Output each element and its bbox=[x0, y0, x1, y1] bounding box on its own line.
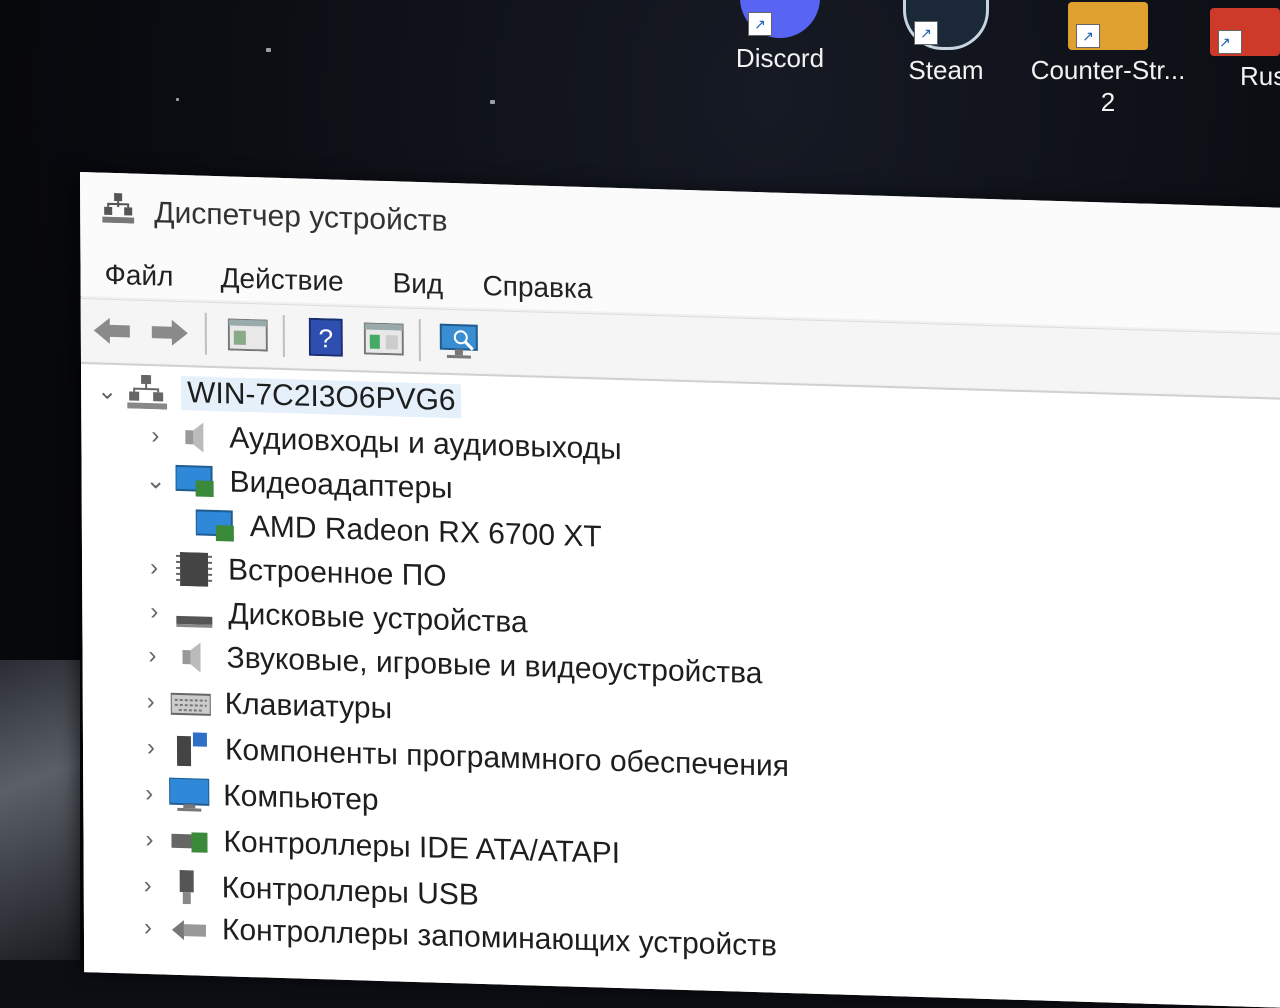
firmware-icon bbox=[174, 551, 216, 587]
counter-strike-icon: ↗ bbox=[1068, 2, 1148, 50]
desktop-icon-label: Counter-Str... 2 bbox=[1030, 55, 1186, 117]
software-component-icon bbox=[171, 732, 213, 767]
shortcut-arrow-icon: ↗ bbox=[748, 12, 772, 36]
tree-item-label: Контроллеры USB bbox=[221, 871, 479, 912]
tree-item-label: Видеоадаптеры bbox=[229, 465, 453, 506]
tree-item-label: Дисковые устройства bbox=[228, 597, 528, 640]
rust-icon: ↗ bbox=[1210, 8, 1280, 56]
keyboard-icon bbox=[169, 686, 213, 721]
expand-chevron-icon[interactable]: › bbox=[134, 914, 162, 943]
tree-item-label: AMD Radeon RX 6700 XT bbox=[249, 510, 602, 554]
desktop-icon-rust[interactable]: ↗ Rus bbox=[1190, 8, 1280, 92]
usb-icon bbox=[168, 869, 210, 905]
device-manager-window: Диспетчер устройств Файл Действие Вид Сп… bbox=[80, 172, 1280, 1008]
menu-help[interactable]: Справка bbox=[482, 270, 592, 305]
controller-icon bbox=[169, 824, 211, 859]
monitor-icon bbox=[168, 776, 211, 813]
show-hidden-button[interactable] bbox=[361, 317, 407, 360]
storage-controller-icon bbox=[168, 912, 210, 947]
svg-text:?: ? bbox=[319, 323, 334, 353]
tree-item-label: Контроллеры запоминающих устройств bbox=[221, 913, 777, 963]
desktop-icon-label: Discord bbox=[735, 43, 825, 73]
tree-item[interactable]: › Компьютер bbox=[135, 772, 379, 823]
wallpaper bbox=[0, 660, 80, 960]
desktop-icon-label: Steam bbox=[908, 55, 984, 85]
window-title: Диспетчер устройств bbox=[154, 196, 448, 238]
shortcut-arrow-icon: ↗ bbox=[914, 21, 938, 45]
shortcut-arrow-icon: ↗ bbox=[1076, 24, 1100, 48]
speaker-icon bbox=[172, 640, 214, 675]
desktop: ↗ Discord ↗ Steam ↗ Counter-Str... 2 ↗ R… bbox=[0, 0, 1280, 1008]
expand-chevron-icon[interactable]: › bbox=[137, 688, 165, 717]
scan-hardware-icon bbox=[439, 323, 478, 359]
tree-item-label: Клавиатуры bbox=[224, 687, 393, 726]
expand-chevron-icon[interactable]: › bbox=[135, 780, 163, 809]
expand-chevron-icon[interactable]: › bbox=[140, 554, 168, 583]
expand-chevron-icon[interactable]: › bbox=[137, 734, 165, 763]
help-button[interactable]: ? bbox=[303, 316, 349, 359]
shortcut-arrow-icon: ↗ bbox=[1218, 30, 1242, 54]
wallpaper-star bbox=[490, 100, 495, 104]
desktop-icon-counter-strike[interactable]: ↗ Counter-Str... 2 bbox=[1028, 2, 1188, 118]
back-arrow-icon bbox=[93, 317, 130, 344]
expand-chevron-icon[interactable]: › bbox=[135, 826, 163, 855]
display-adapter-icon bbox=[174, 464, 218, 499]
scan-hardware-button[interactable] bbox=[437, 320, 483, 363]
tree-item[interactable]: › Клавиатуры bbox=[137, 680, 393, 732]
steam-icon: ↗ bbox=[903, 0, 989, 50]
toolbar-separator bbox=[418, 319, 421, 362]
menu-view[interactable]: Вид bbox=[392, 267, 443, 301]
toolbar-separator bbox=[282, 315, 285, 358]
desktop-icon-discord[interactable]: ↗ Discord bbox=[700, 0, 860, 74]
desktop-icon-steam[interactable]: ↗ Steam bbox=[866, 0, 1026, 86]
computer-name: WIN-7C2I3O6PVG6 bbox=[181, 376, 462, 419]
collapse-chevron-icon[interactable]: ⌄ bbox=[142, 465, 170, 495]
wallpaper-star bbox=[266, 48, 271, 52]
menu-action[interactable]: Действие bbox=[220, 262, 343, 298]
tree-item-label: Контроллеры IDE ATA/ATAPI bbox=[223, 825, 621, 871]
tree-item[interactable]: › Контроллеры запоминающих устройств bbox=[134, 906, 777, 969]
properties-button[interactable] bbox=[225, 313, 271, 356]
expand-chevron-icon[interactable]: › bbox=[141, 422, 169, 451]
tree-item[interactable]: ⌄ Видеоадаптеры bbox=[141, 458, 453, 511]
collapse-chevron-icon[interactable]: ⌄ bbox=[93, 376, 121, 406]
tree-item-label: Встроенное ПО bbox=[227, 553, 447, 593]
expand-chevron-icon[interactable]: › bbox=[140, 598, 168, 627]
device-manager-icon bbox=[102, 193, 135, 224]
show-hidden-icon bbox=[363, 322, 404, 356]
expand-chevron-icon[interactable]: › bbox=[134, 872, 162, 901]
desktop-icon-label: Rus bbox=[1240, 61, 1280, 91]
tree-item-label: Аудиовходы и аудиовыходы bbox=[229, 421, 622, 467]
disk-icon bbox=[174, 596, 216, 631]
help-icon: ? bbox=[308, 317, 343, 357]
wallpaper-star bbox=[176, 98, 179, 101]
display-adapter-icon bbox=[194, 508, 238, 543]
menu-file[interactable]: Файл bbox=[104, 259, 173, 293]
back-button[interactable] bbox=[89, 309, 135, 352]
discord-icon: ↗ bbox=[740, 0, 820, 38]
expand-chevron-icon[interactable]: › bbox=[138, 642, 166, 671]
speaker-icon bbox=[175, 420, 217, 455]
forward-arrow-icon bbox=[151, 319, 188, 346]
computer-network-icon bbox=[127, 374, 169, 410]
tree-item-label: Компьютер bbox=[223, 779, 379, 817]
properties-icon bbox=[227, 318, 268, 352]
toolbar-separator bbox=[204, 312, 207, 355]
forward-button[interactable] bbox=[147, 311, 193, 354]
device-tree: ⌄ WIN-7C2I3O6PVG6 › Аудиовходы и аудиовы… bbox=[80, 362, 1280, 1008]
